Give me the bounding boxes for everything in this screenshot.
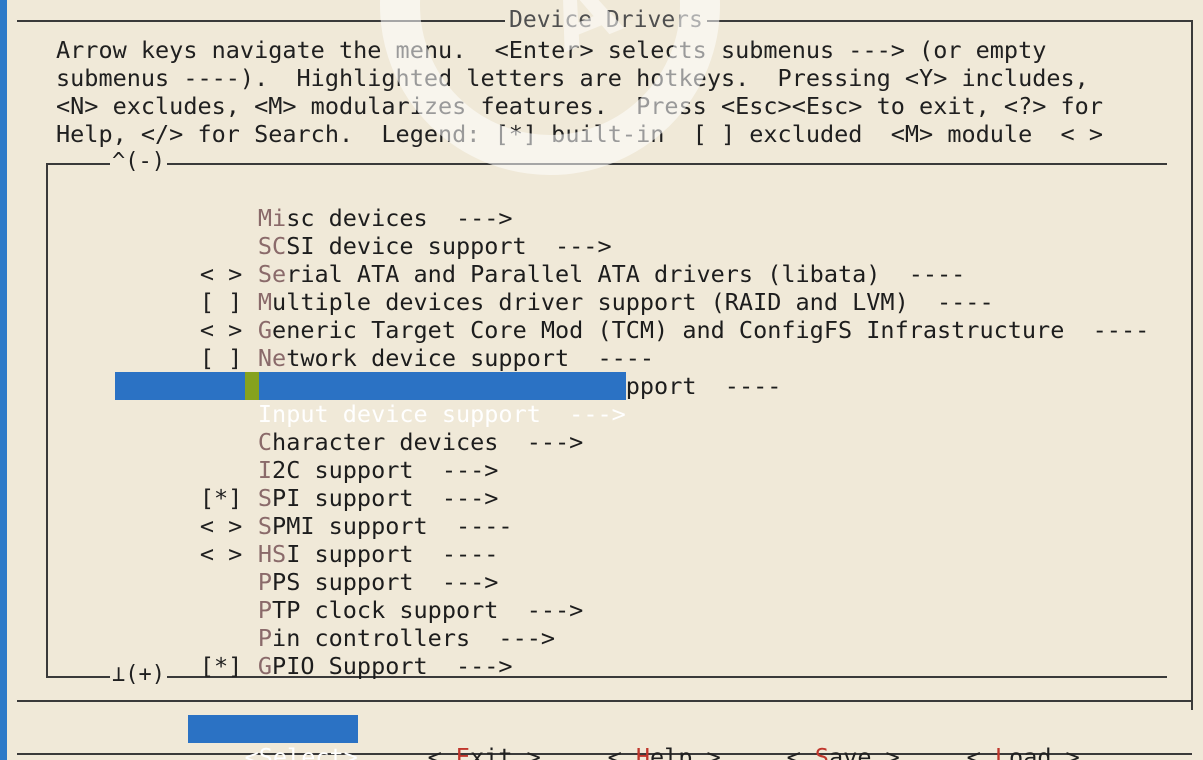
- exit-button-left: <: [427, 743, 456, 760]
- menu-item-prefix: [*]: [199, 652, 243, 680]
- menu-item-libata[interactable]: < > Serial ATA and Parallel ATA drivers (…: [115, 232, 965, 288]
- submenu-arrow: --->: [455, 652, 513, 680]
- help-line-4: Help, </> for Search. Legend: [*] built-…: [56, 120, 1103, 148]
- save-button-label: ave: [829, 743, 872, 760]
- menu-item-multiple-devices[interactable]: [ ] Multiple devices driver support (RAID…: [115, 260, 994, 316]
- help-line-3: <N> excludes, <M> modularizes features. …: [56, 92, 1103, 120]
- menu-item-misc-devices[interactable]: Misc devices --->: [115, 176, 513, 232]
- button-area-separator: [17, 700, 1192, 702]
- load-button-label: oad: [1009, 743, 1052, 760]
- save-button-right: >: [871, 743, 900, 760]
- scroll-up-indicator: ^(-): [110, 149, 167, 174]
- help-button[interactable]: < Help >: [551, 715, 721, 760]
- menu-item-i2c-support[interactable]: I2C support --->: [115, 428, 499, 484]
- load-button-left: <: [966, 743, 995, 760]
- menu-item-spmi-support[interactable]: < > SPMI support ----: [115, 484, 513, 540]
- exit-button-hotkey: E: [455, 743, 471, 760]
- menu-left-border: [46, 163, 48, 678]
- select-button-label: elect: [272, 743, 344, 760]
- save-button-left: <: [786, 743, 815, 760]
- help-button-label: elp: [650, 743, 693, 760]
- menu-item-pin-controllers[interactable]: Pin controllers --->: [115, 596, 555, 652]
- select-button-left: <: [244, 743, 259, 760]
- menu-top-border: [46, 163, 1167, 165]
- help-button-right: >: [692, 743, 721, 760]
- submenu-arrow: ----: [724, 372, 782, 400]
- save-button[interactable]: < Save >: [730, 715, 900, 760]
- help-button-hotkey: H: [635, 743, 651, 760]
- load-button-right: >: [1051, 743, 1080, 760]
- menu-item-hotkey: G: [257, 652, 273, 680]
- dialog-right-border: [1191, 20, 1193, 710]
- submenu-arrow: --->: [526, 428, 584, 456]
- menu-item-scsi-device-support[interactable]: SCSI device support --->: [115, 204, 612, 260]
- menu-item-spi-support[interactable]: [*] SPI support --->: [115, 456, 499, 512]
- menu-item-tcm[interactable]: < > Generic Target Core Mod (TCM) and Con…: [115, 288, 1149, 344]
- menu-item-character-devices[interactable]: Character devices --->: [115, 400, 583, 456]
- help-line-2: submenus ----). Highlighted letters are …: [56, 64, 1089, 92]
- menu-item-input-device-support[interactable]: Input device support --->: [115, 372, 626, 428]
- help-line-1: Arrow keys navigate the menu. <Enter> se…: [56, 36, 1047, 64]
- menu-item-ptp-clock-support[interactable]: PTP clock support --->: [115, 568, 583, 624]
- select-button[interactable]: <Select>: [188, 715, 358, 760]
- exit-button[interactable]: < Exit >: [371, 715, 541, 760]
- menu-item-gpio-support[interactable]: [*] GPIO Support --->: [115, 624, 513, 680]
- load-button-hotkey: L: [994, 743, 1010, 760]
- menu-item-label: PIO Support: [272, 652, 428, 680]
- menu-item-hsi-support[interactable]: < > HSI support ----: [115, 512, 499, 568]
- select-button-hotkey: S: [258, 743, 273, 760]
- terminal-left-accent: [0, 0, 7, 760]
- menuconfig-screen: Device Drivers Arrow keys navigate the m…: [0, 0, 1203, 760]
- dialog-title: Device Drivers: [505, 6, 707, 34]
- save-button-hotkey: S: [814, 743, 830, 760]
- help-button-left: <: [607, 743, 636, 760]
- submenu-arrow: ----: [1092, 316, 1150, 344]
- exit-button-label: xit: [470, 743, 513, 760]
- menu-item-open-channel-ssd[interactable]: [ ]Open-Channel SSD target support ----: [115, 344, 782, 400]
- load-button[interactable]: < Load >: [910, 715, 1080, 760]
- menu-item-network-device-support[interactable]: [ ] Network device support ----: [115, 316, 654, 372]
- select-button-right: >: [343, 743, 358, 760]
- selection-marker: [245, 372, 259, 400]
- exit-button-right: >: [512, 743, 541, 760]
- menu-item-pps-support[interactable]: PPS support --->: [115, 540, 499, 596]
